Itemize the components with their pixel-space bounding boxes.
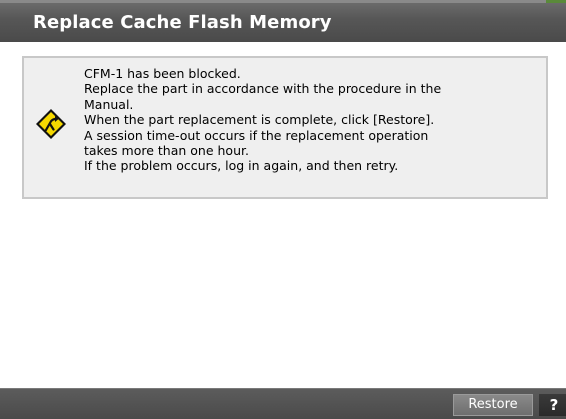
message-line: Replace the part in accordance with the … bbox=[84, 81, 442, 97]
message-text: CFM-1 has been blocked. Replace the part… bbox=[84, 66, 441, 174]
restore-button[interactable]: Restore bbox=[453, 394, 533, 416]
message-line: Manual. bbox=[84, 96, 134, 112]
dialog-title: Replace Cache Flash Memory bbox=[33, 12, 332, 33]
title-bar: Replace Cache Flash Memory bbox=[0, 0, 566, 42]
message-line: A session time-out occurs if the replace… bbox=[84, 127, 429, 143]
message-line: takes more than one hour. bbox=[84, 143, 249, 159]
warning-message-box: CFM-1 has been blocked. Replace the part… bbox=[22, 56, 548, 199]
message-line: When the part replacement is complete, c… bbox=[84, 112, 435, 128]
warning-diamond-icon bbox=[36, 109, 66, 139]
message-line: If the problem occurs, log in again, and… bbox=[84, 158, 399, 174]
help-button[interactable]: ? bbox=[539, 394, 566, 416]
bottom-action-bar: Restore ? bbox=[0, 388, 566, 419]
message-line: CFM-1 has been blocked. bbox=[84, 66, 241, 81]
replace-cfm-dialog: Replace Cache Flash Memory CFM-1 has bee… bbox=[0, 0, 566, 419]
